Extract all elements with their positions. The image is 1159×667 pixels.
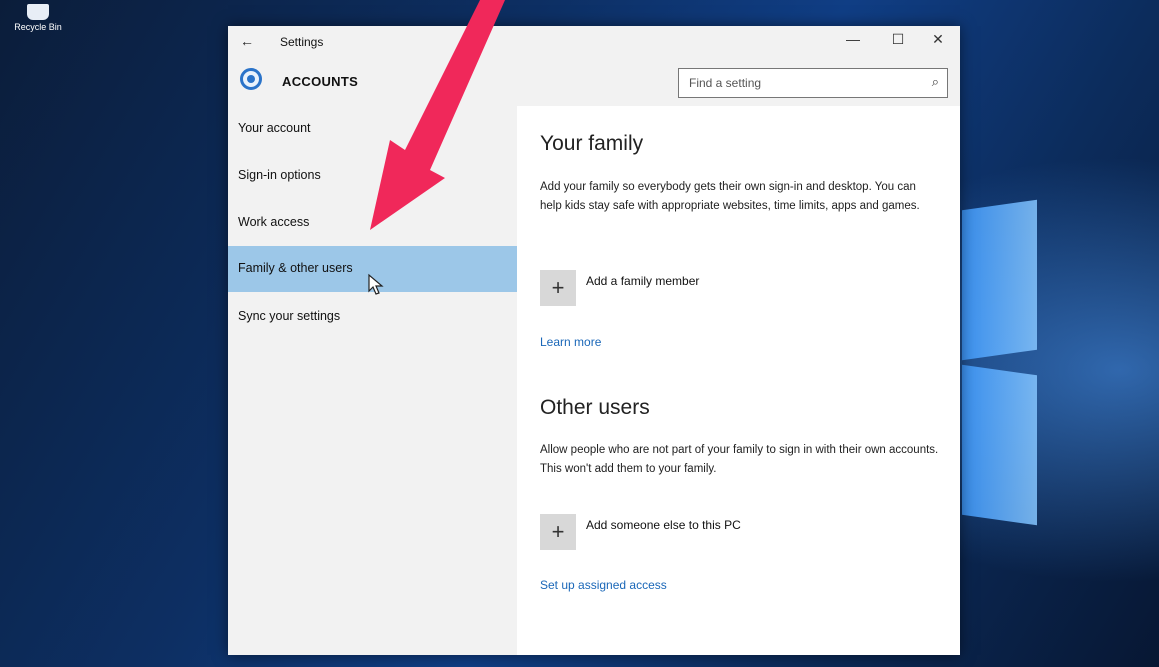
windows-logo-wallpaper [962, 195, 1037, 526]
back-arrow-icon[interactable]: ← [240, 33, 254, 49]
search-placeholder: Find a setting [689, 76, 762, 90]
family-description: Add your family so everybody gets their … [540, 181, 920, 212]
annotation-arrow-icon [370, 0, 505, 230]
add-family-member-button[interactable]: + [540, 270, 576, 306]
assigned-access-link[interactable]: Set up assigned access [540, 578, 667, 592]
sidebar-item-label: Family & other users [238, 261, 353, 275]
search-input[interactable]: Find a setting ⌕ [678, 68, 948, 98]
close-button[interactable]: ✕ [928, 31, 948, 48]
sidebar-item-label: Sign-in options [238, 168, 321, 182]
sidebar-item-label: Work access [238, 215, 310, 229]
add-family-member-label[interactable]: Add a family member [586, 274, 699, 288]
accounts-gear-icon [240, 68, 262, 90]
mouse-pointer-icon [368, 273, 384, 295]
family-heading: Your family [540, 132, 644, 155]
recycle-bin-shortcut[interactable]: Recycle Bin [8, 4, 68, 32]
window-title: Settings [280, 35, 324, 49]
search-icon[interactable]: ⌕ [932, 74, 939, 90]
minimize-button[interactable]: — [843, 31, 863, 47]
other-users-description: Allow people who are not part of your fa… [540, 444, 939, 475]
maximize-button[interactable]: ☐ [888, 31, 908, 48]
recycle-bin-icon [27, 4, 49, 20]
main-content: Your family Add your family so everybody… [517, 106, 960, 655]
recycle-bin-label: Recycle Bin [14, 22, 62, 32]
learn-more-link[interactable]: Learn more [540, 335, 601, 349]
sidebar-item-label: Sync your settings [238, 309, 341, 323]
add-someone-else-button[interactable]: + [540, 514, 576, 550]
add-someone-else-label[interactable]: Add someone else to this PC [586, 518, 741, 532]
plus-icon: + [551, 275, 565, 300]
other-users-heading: Other users [540, 396, 650, 419]
sidebar-item-label: Your account [238, 121, 311, 135]
plus-icon: + [551, 519, 565, 544]
sidebar-item-sync-settings[interactable]: Sync your settings [228, 294, 517, 340]
